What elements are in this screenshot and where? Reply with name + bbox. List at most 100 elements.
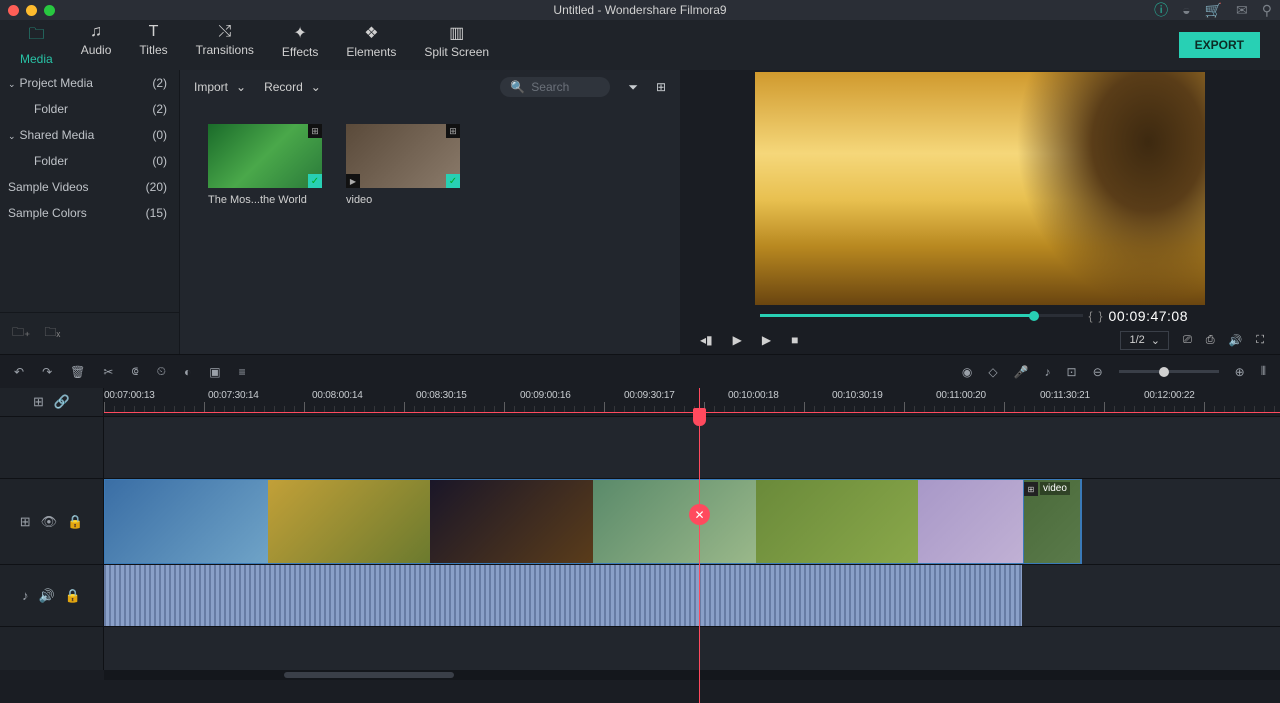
ratio-label: 1/2: [1129, 334, 1144, 346]
overlay-track[interactable]: [104, 417, 1280, 478]
preview-video[interactable]: [755, 72, 1205, 305]
audio-clip[interactable]: [104, 565, 1022, 626]
sidebar-label: Folder: [34, 102, 68, 116]
tab-transitions[interactable]: ⤭Transitions: [182, 17, 268, 74]
tab-audio[interactable]: ♫Audio: [67, 17, 126, 74]
extra-track[interactable]: [104, 627, 1280, 670]
add-track-icon[interactable]: ⊞: [33, 394, 44, 410]
tab-media-label: Media: [20, 52, 53, 66]
delete-folder-button[interactable]: 🗀ₓ: [44, 323, 60, 344]
tab-elements[interactable]: ❖Elements: [332, 17, 410, 74]
music-icon: ♫: [81, 23, 112, 41]
mail-icon[interactable]: ✉: [1236, 2, 1248, 19]
preview-scrubber[interactable]: [760, 314, 1083, 317]
window-zoom-button[interactable]: [44, 5, 55, 16]
zoom-fit-button[interactable]: ⦀: [1261, 364, 1266, 379]
voiceover-button[interactable]: 🎤: [1014, 365, 1029, 379]
split-button[interactable]: ✂: [103, 365, 113, 379]
notifications-icon[interactable]: ⚲: [1262, 2, 1272, 19]
timeline-scrollbar[interactable]: [104, 670, 1280, 680]
grid-view-icon[interactable]: ⊞: [656, 80, 666, 94]
video-track[interactable]: ⊞ video: [104, 479, 1280, 564]
tab-effects[interactable]: ✦Effects: [268, 17, 332, 74]
render-preview-button[interactable]: ◉: [962, 365, 972, 379]
audio-mixer-button[interactable]: ♪: [1045, 365, 1051, 379]
snapshot-icon[interactable]: ⎙: [1206, 334, 1215, 347]
redo-button[interactable]: ↷: [42, 365, 52, 379]
sidebar-item-project-media[interactable]: ⌄Project Media(2): [0, 70, 179, 96]
sidebar-item-sample-colors[interactable]: Sample Colors(15): [0, 200, 179, 226]
new-folder-button[interactable]: 🗀₊: [12, 323, 30, 344]
prev-frame-button[interactable]: ◂▮: [700, 333, 713, 347]
scrollbar-thumb[interactable]: [284, 672, 454, 678]
marker-button[interactable]: ◇: [988, 365, 997, 379]
info-icon[interactable]: ⓘ: [1154, 0, 1168, 20]
crop-button[interactable]: ⟃: [131, 364, 138, 379]
tab-split-screen[interactable]: ▥Split Screen: [410, 17, 503, 74]
media-item[interactable]: ⊞ ✓ The Mos...the World: [208, 124, 322, 206]
fullscreen-icon[interactable]: ⛶: [1256, 334, 1264, 347]
sidebar-count: (0): [152, 128, 167, 142]
track-lock-icon[interactable]: 🔒: [67, 514, 83, 530]
tab-titles[interactable]: TTitles: [125, 17, 181, 74]
filter-icon[interactable]: ⏷: [628, 80, 638, 95]
video-clip[interactable]: [104, 479, 1082, 564]
play-button[interactable]: ▶: [733, 333, 742, 347]
mark-in-out-button[interactable]: ⊡: [1067, 365, 1077, 379]
transitions-icon: ⤭: [196, 23, 254, 41]
elements-icon: ❖: [346, 23, 396, 43]
timeline: ✕ ⊞ 🔗 00:07:00:1300:07:30:1400:08:00:140…: [0, 388, 1280, 703]
record-dropdown[interactable]: Record⌄: [264, 80, 321, 94]
undo-button[interactable]: ↶: [14, 365, 24, 379]
zoom-in-button[interactable]: ⊕: [1235, 365, 1245, 379]
ruler-label: 00:12:00:22: [1144, 390, 1248, 401]
sidebar-item-folder[interactable]: Folder (2): [0, 96, 179, 122]
track-mute-icon[interactable]: 🔊: [39, 588, 55, 604]
window-minimize-button[interactable]: [26, 5, 37, 16]
text-icon: T: [139, 23, 167, 41]
speed-button[interactable]: ⏲: [157, 364, 166, 379]
sidebar-item-shared-media[interactable]: ⌄Shared Media(0): [0, 122, 179, 148]
music-icon: ♪: [22, 588, 29, 603]
sidebar-item-folder[interactable]: Folder(0): [0, 148, 179, 174]
display-settings-icon[interactable]: ⎚: [1183, 334, 1192, 347]
preview-quality-dropdown[interactable]: 1/2⌄: [1120, 331, 1169, 350]
delete-button[interactable]: 🗑: [70, 365, 85, 379]
track-visibility-icon[interactable]: 👁: [41, 514, 58, 530]
import-dropdown[interactable]: Import⌄: [194, 80, 246, 94]
color-button[interactable]: ◐: [184, 365, 191, 379]
bracket-right-icon[interactable]: }: [1099, 309, 1103, 323]
ruler-label: 00:09:00:16: [520, 390, 624, 401]
folder-icon: 🗀: [20, 23, 53, 50]
export-button[interactable]: EXPORT: [1179, 32, 1260, 58]
zoom-knob[interactable]: [1159, 367, 1169, 377]
account-icon[interactable]: ◒: [1182, 2, 1190, 18]
scrubber-knob[interactable]: [1029, 311, 1039, 321]
video-clip-2[interactable]: ⊞ video: [1023, 479, 1081, 564]
zoom-slider[interactable]: [1119, 370, 1219, 373]
window-close-button[interactable]: [8, 5, 19, 16]
track-lock-icon[interactable]: 🔒: [65, 588, 81, 604]
bracket-left-icon[interactable]: {: [1089, 309, 1093, 323]
green-screen-button[interactable]: ▣: [209, 365, 220, 379]
search-placeholder: Search: [531, 80, 569, 94]
cart-icon[interactable]: 🛒: [1205, 2, 1222, 19]
zoom-out-button[interactable]: ⊖: [1093, 365, 1103, 379]
tab-media[interactable]: 🗀 Media: [6, 17, 67, 74]
audio-track[interactable]: [104, 565, 1280, 626]
sidebar-item-sample-videos[interactable]: Sample Videos(20): [0, 174, 179, 200]
film-icon: ⊞: [308, 124, 322, 138]
timeline-toolbar: ↶ ↷ 🗑 ✂ ⟃ ⏲ ◐ ▣ ≡ ◉ ◇ 🎤 ♪ ⊡ ⊖ ⊕ ⦀: [0, 354, 1280, 388]
stop-button[interactable]: ■: [791, 333, 798, 347]
link-icon[interactable]: 🔗: [54, 394, 70, 410]
adjust-button[interactable]: ≡: [239, 365, 246, 379]
timeline-ruler[interactable]: 00:07:00:1300:07:30:1400:08:00:1400:08:3…: [104, 388, 1280, 416]
volume-icon[interactable]: 🔊: [1229, 334, 1243, 347]
chevron-down-icon: ⌄: [8, 131, 16, 141]
sidebar-count: (2): [152, 102, 167, 116]
titlebar: Untitled - Wondershare Filmora9 ⓘ ◒ 🛒 ✉ …: [0, 0, 1280, 20]
ruler-label: 00:09:30:17: [624, 390, 728, 401]
media-item[interactable]: ⊞ ▶ ✓ video: [346, 124, 460, 206]
play-forward-button[interactable]: ▶: [762, 333, 771, 347]
search-input[interactable]: 🔍Search: [500, 77, 610, 97]
